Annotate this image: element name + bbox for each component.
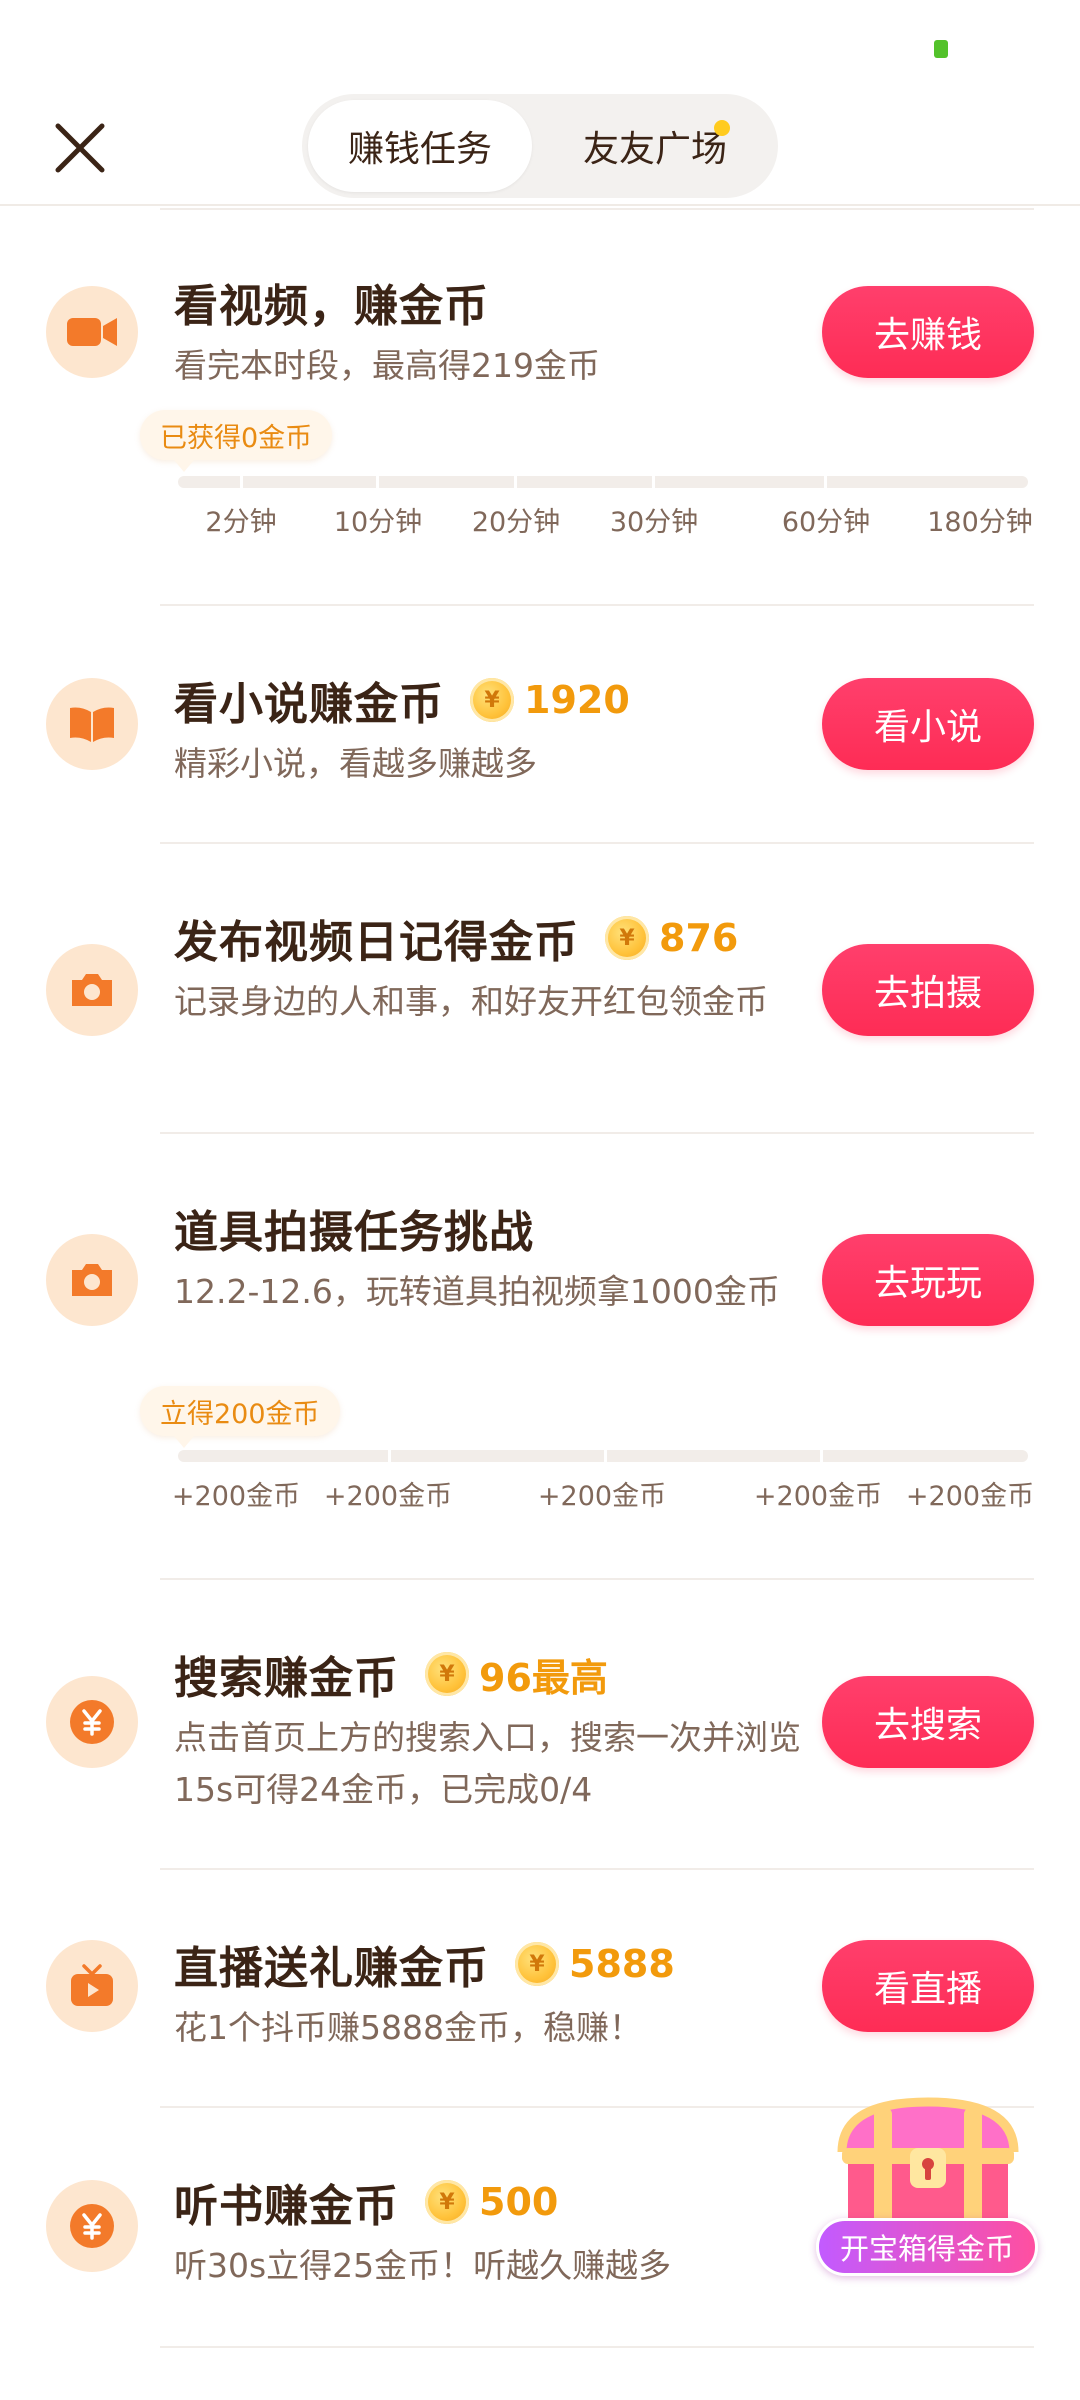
task-title: 搜索赚金币 — [174, 1653, 399, 1704]
divider — [160, 1578, 1034, 1580]
task-desc: 精彩小说，看越多赚越多 — [174, 744, 537, 783]
task-desc: 12.2-12.6，玩转道具拍视频拿1000金币 — [174, 1272, 780, 1311]
progress-track — [178, 1450, 1028, 1462]
camera-icon — [72, 974, 112, 1006]
task-title-row: 直播送礼赚金币 ¥ 5888 — [174, 1932, 675, 1996]
task-title: 看视频，赚金币 — [174, 281, 489, 332]
tab-friends-square[interactable]: 友友广场 — [538, 100, 772, 192]
task-title-row: 听书赚金币 ¥ 500 — [174, 2170, 558, 2234]
close-icon[interactable] — [48, 116, 112, 180]
task-reward: 5888 — [569, 1942, 675, 1986]
status-indicator — [934, 40, 948, 58]
task-title-row: 看小说赚金币 ¥ 1920 — [174, 668, 630, 732]
task-icon-wrap — [46, 944, 138, 1036]
task-icon-wrap — [46, 1234, 138, 1326]
task-title: 看小说赚金币 — [174, 679, 444, 730]
open-treasure-button[interactable]: 开宝箱得金币 — [816, 2218, 1038, 2276]
progress-tick: 2分钟 — [205, 507, 277, 538]
task-icon-wrap — [46, 286, 138, 378]
progress-tick: +200金币 — [753, 1481, 883, 1512]
book-icon — [70, 707, 114, 742]
coin-icon: ¥ — [425, 1652, 469, 1696]
yuan-coin-icon — [70, 2204, 114, 2248]
task-desc: 看完本时段，最高得219金币 — [174, 346, 600, 385]
task-desc: 点击首页上方的搜索入口，搜索一次并浏览15s可得24金币，已完成0/4 — [174, 1718, 801, 1809]
divider — [160, 1868, 1034, 1870]
divider — [160, 1132, 1034, 1134]
watch-live-button[interactable]: 看直播 — [822, 1940, 1034, 2032]
top-bar: 赚钱任务 友友广场 — [0, 70, 1080, 206]
progress-tip: 立得200金币 — [140, 1386, 340, 1448]
earn-button[interactable]: 去赚钱 — [822, 286, 1034, 378]
task-title: 听书赚金币 — [174, 2181, 399, 2232]
divider — [160, 604, 1034, 606]
coin-icon: ¥ — [515, 1942, 559, 1986]
task-icon-wrap — [46, 678, 138, 770]
progress-tick: 180分钟 — [927, 507, 1033, 538]
progress-tick: 60分钟 — [781, 507, 871, 538]
progress-tick: 10分钟 — [333, 507, 423, 538]
go-search-button[interactable]: 去搜索 — [822, 1676, 1034, 1768]
coin-icon: ¥ — [605, 916, 649, 960]
notification-dot — [714, 120, 730, 136]
progress-track — [178, 476, 1028, 488]
go-shoot-button[interactable]: 去拍摄 — [822, 944, 1034, 1036]
progress-tip: 已获得0金币 — [140, 410, 333, 472]
task-title: 发布视频日记得金币 — [174, 917, 579, 968]
camera-icon — [72, 1264, 112, 1296]
progress-tick: +200金币 — [905, 1481, 1035, 1512]
tab-switcher: 赚钱任务 友友广场 — [302, 94, 778, 198]
task-reward: 96最高 — [479, 1655, 608, 1700]
read-novel-button[interactable]: 看小说 — [822, 678, 1034, 770]
divider — [160, 842, 1034, 844]
coin-icon: ¥ — [425, 2180, 469, 2224]
yuan-coin-icon — [70, 1700, 114, 1744]
task-reward: 876 — [659, 916, 739, 960]
divider — [160, 208, 1034, 210]
task-title: 直播送礼赚金币 — [174, 1943, 489, 1994]
task-desc: 听30s立得25金币！听越久赚越多 — [174, 2246, 672, 2285]
task-reward: 1920 — [524, 678, 630, 722]
progress-tick: 30分钟 — [609, 507, 699, 538]
progress-tick: +200金币 — [323, 1481, 453, 1512]
task-title: 道具拍摄任务挑战 — [174, 1207, 534, 1258]
progress-tick: +200金币 — [171, 1481, 301, 1512]
task-icon-wrap — [46, 1676, 138, 1768]
tv-play-icon — [71, 1964, 113, 2006]
go-play-button[interactable]: 去玩玩 — [822, 1234, 1034, 1326]
progress-tick: +200金币 — [537, 1481, 667, 1512]
task-icon-wrap — [46, 2180, 138, 2272]
divider — [160, 2346, 1034, 2348]
task-title-row: 看视频，赚金币 — [174, 270, 489, 334]
task-reward: 500 — [479, 2180, 559, 2224]
task-title-row: 搜索赚金币 ¥ 96最高 — [174, 1642, 608, 1706]
tab-earn-tasks[interactable]: 赚钱任务 — [308, 100, 532, 192]
task-title-row: 发布视频日记得金币 ¥ 876 — [174, 906, 738, 970]
video-camera-icon — [67, 318, 117, 346]
coin-icon: ¥ — [470, 678, 514, 722]
task-title-row: 道具拍摄任务挑战 — [174, 1196, 534, 1260]
task-icon-wrap — [46, 1940, 138, 2032]
task-desc: 花1个抖币赚5888金币，稳赚！ — [174, 2008, 642, 2047]
progress-tick: 20分钟 — [471, 507, 561, 538]
task-desc: 记录身边的人和事，和好友开红包领金币 — [174, 982, 768, 1021]
